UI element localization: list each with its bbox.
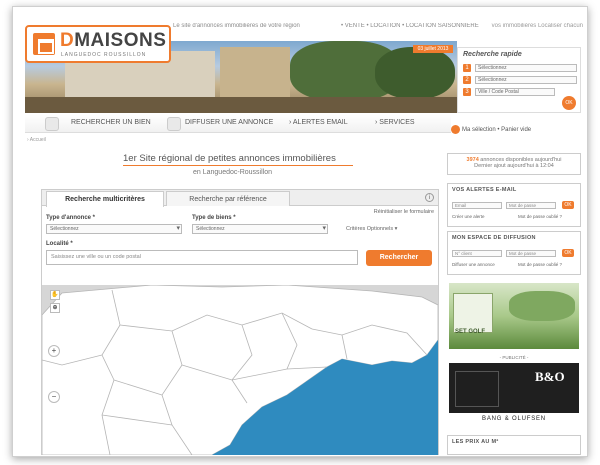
bang-olufsen-ad[interactable]: B&O BANG & OLUFSEN bbox=[449, 363, 579, 425]
golf-trees bbox=[509, 291, 575, 321]
zoom-in-button[interactable]: + bbox=[48, 345, 60, 357]
right-sidebar: 3974 annonces disponibles aujourd'hui De… bbox=[447, 153, 583, 455]
quick-search-title: Recherche rapide bbox=[463, 51, 522, 58]
reset-form-link[interactable]: Réinitialiser le formulaire bbox=[374, 209, 434, 215]
alerts-title: VOS ALERTES E-MAIL bbox=[452, 187, 517, 193]
nav-diffuser[interactable]: DIFFUSER UNE ANNONCE bbox=[185, 119, 273, 126]
page-subtitle: en Languedoc-Roussillon bbox=[193, 169, 272, 176]
diffusion-box: MON ESPACE DE DIFFUSION N° client Mot de… bbox=[447, 231, 581, 275]
search-panel: Recherche multicritères Recherche par ré… bbox=[41, 189, 439, 455]
logo-subtitle: LANGUEDOC ROUSSILLON bbox=[61, 52, 147, 58]
bo-ad-text: BANG & OLUFSEN bbox=[449, 413, 579, 425]
search-house-icon bbox=[45, 117, 59, 131]
quick-select-2[interactable]: Sélectionnez bbox=[475, 76, 577, 84]
type-bien-label: Type de biens * bbox=[192, 215, 236, 221]
diffusion-title: MON ESPACE DE DIFFUSION bbox=[452, 235, 536, 241]
email-alerts-box: VOS ALERTES E-MAIL Email Mot de passe OK… bbox=[447, 183, 581, 227]
step-number: 2 bbox=[463, 76, 471, 84]
tab-multicriteres[interactable]: Recherche multicritères bbox=[46, 191, 164, 207]
heart-icon bbox=[451, 125, 460, 134]
ad-label: - PUBLICITÉ - bbox=[499, 355, 529, 360]
page-title: 1er Site régional de petites annonces im… bbox=[123, 153, 353, 166]
nav-services[interactable]: › SERVICES bbox=[375, 119, 415, 126]
diffusion-ok-button[interactable]: OK bbox=[562, 249, 574, 257]
quick-row-1: 1 Sélectionnez bbox=[463, 64, 577, 73]
create-alert-link[interactable]: Créer une alerte bbox=[452, 214, 485, 219]
diffusion-password-input[interactable]: Mot de passe bbox=[506, 250, 556, 257]
document-icon bbox=[167, 117, 181, 131]
localite-input[interactable]: Saisissez une ville ou un code postal bbox=[46, 250, 358, 265]
step-number: 3 bbox=[463, 88, 471, 96]
quick-select-1[interactable]: Sélectionnez bbox=[475, 64, 577, 72]
localite-label: Localité * bbox=[46, 241, 73, 247]
hero-tree-2 bbox=[375, 47, 455, 99]
search-tabs: Recherche multicritères Recherche par ré… bbox=[42, 190, 438, 207]
alerts-password-input[interactable]: Mot de passe bbox=[506, 202, 556, 209]
type-annonce-label: Type d'annonce * bbox=[46, 215, 95, 221]
top-bar: Le site d'annonces immobilières de votre… bbox=[173, 23, 583, 29]
hero-house-2 bbox=[220, 47, 290, 97]
last-added: Dernier ajout aujourd'hui à 12:04 bbox=[474, 163, 554, 169]
quick-search-box: Recherche rapide 1 Sélectionnez 2 Sélect… bbox=[457, 47, 581, 113]
house-logo-icon bbox=[33, 33, 55, 55]
golf-logo bbox=[453, 293, 493, 333]
type-bien-select[interactable]: Sélectionnez bbox=[192, 224, 328, 234]
zoom-out-button[interactable]: − bbox=[48, 391, 60, 403]
price-title: LES PRIX AU M² bbox=[452, 439, 499, 445]
type-annonce-select[interactable]: Sélectionnez bbox=[46, 224, 182, 234]
alerts-ok-button[interactable]: OK bbox=[562, 201, 574, 209]
locate-icon[interactable]: ⊕ bbox=[50, 303, 60, 313]
info-icon[interactable]: i bbox=[425, 193, 434, 202]
region-map[interactable]: ✋ ⊕ + − bbox=[42, 285, 438, 455]
browser-frame: Le site d'annonces immobilières de votre… bbox=[12, 6, 588, 457]
main-nav: RECHERCHER UN BIEN DIFFUSER UNE ANNONCE … bbox=[25, 115, 451, 133]
price-box: LES PRIX AU M² bbox=[447, 435, 581, 455]
step-number: 1 bbox=[463, 64, 471, 72]
diffuse-listing-link[interactable]: Diffuser une annonce bbox=[452, 262, 495, 267]
listing-count-box: 3974 annonces disponibles aujourd'hui De… bbox=[447, 153, 581, 175]
hand-tool-icon[interactable]: ✋ bbox=[50, 290, 60, 300]
golf-ad-text: SET GOLF bbox=[455, 329, 485, 335]
nav-rechercher[interactable]: RECHERCHER UN BIEN bbox=[71, 119, 151, 126]
nav-alertes[interactable]: › ALERTES EMAIL bbox=[289, 119, 348, 126]
alerts-email-input[interactable]: Email bbox=[452, 202, 502, 209]
site-logo[interactable]: DMAISONS LANGUEDOC ROUSSILLON bbox=[25, 25, 171, 63]
forgot-password-link[interactable]: Mot de passe oublié ? bbox=[518, 262, 562, 267]
quick-row-3: 3 Ville / Code Postal bbox=[463, 88, 577, 97]
selection-bar[interactable]: Ma sélection • Panier vide bbox=[451, 125, 583, 134]
quick-row-2: 2 Sélectionnez bbox=[463, 76, 577, 85]
client-number-input[interactable]: N° client bbox=[452, 250, 502, 257]
quick-city-input[interactable]: Ville / Code Postal bbox=[475, 88, 555, 96]
rechercher-button[interactable]: Rechercher bbox=[366, 250, 432, 266]
hero-date-badge: 03 juillet 2013 bbox=[413, 45, 453, 53]
top-right-link[interactable]: vos immobilières Localiser chacun bbox=[492, 23, 583, 29]
forgot-password-link[interactable]: Mot de passe oublié ? bbox=[518, 214, 562, 219]
selection-text: Ma sélection • Panier vide bbox=[462, 127, 532, 134]
site-tagline: Le site d'annonces immobilières de votre… bbox=[173, 23, 300, 29]
map-svg[interactable] bbox=[42, 285, 438, 455]
optional-criteria-toggle[interactable]: Critères Optionnels ▾ bbox=[346, 226, 397, 232]
hero-ground bbox=[25, 97, 457, 113]
bo-logo: B&O bbox=[535, 369, 565, 384]
breadcrumb[interactable]: › Accueil bbox=[27, 137, 46, 143]
product-image bbox=[455, 371, 499, 407]
top-links[interactable]: • VENTE • LOCATION • LOCATION SAISONNIÈR… bbox=[341, 23, 479, 29]
quick-search-button[interactable]: OK bbox=[562, 96, 576, 110]
logo-brand: DMAISONS bbox=[60, 30, 167, 51]
tab-reference[interactable]: Recherche par référence bbox=[166, 191, 290, 206]
golf-ad[interactable]: SET GOLF bbox=[449, 283, 579, 349]
